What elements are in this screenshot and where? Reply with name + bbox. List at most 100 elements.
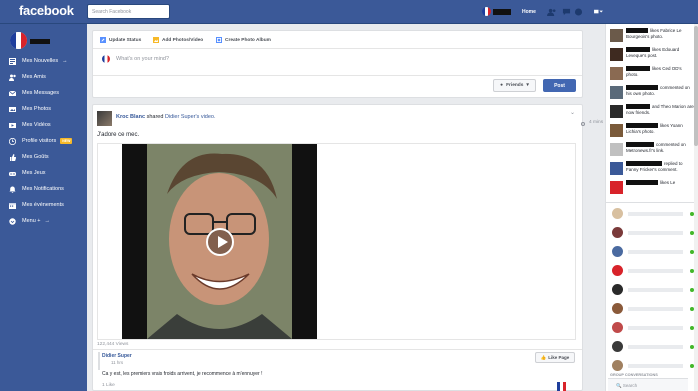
- notifications-icon: [9, 186, 16, 193]
- chat-contact[interactable]: [612, 322, 696, 334]
- contact-name-redacted: [628, 364, 683, 368]
- tab-update-status[interactable]: Update Status: [100, 37, 141, 43]
- chat-contact[interactable]: [612, 227, 696, 239]
- tab-add-photos-video[interactable]: Add Photos/Video: [153, 37, 203, 43]
- ticker-avatar[interactable]: [610, 48, 623, 61]
- author-name[interactable]: Kroc Blanc: [116, 114, 145, 120]
- shared-author[interactable]: Didier Super: [102, 353, 132, 359]
- user-avatar[interactable]: [482, 7, 491, 16]
- like-count[interactable]: 1 Like: [102, 383, 115, 388]
- sidebar-item-events[interactable]: Mes événements: [9, 200, 64, 210]
- friends-icon: [9, 74, 16, 81]
- chat-contact[interactable]: [612, 360, 696, 372]
- ticker-avatar[interactable]: [610, 105, 623, 118]
- redacted-name[interactable]: [626, 47, 650, 52]
- like-page-button[interactable]: 👍 Like Page: [535, 352, 575, 363]
- ticker-avatar[interactable]: [610, 181, 623, 194]
- ticker-item[interactable]: replied to Fanny Fricker's comment.: [609, 161, 695, 180]
- chat-contact[interactable]: [612, 303, 696, 315]
- redacted-name[interactable]: [626, 123, 658, 128]
- contact-name-redacted: [628, 345, 683, 349]
- home-link[interactable]: Home: [522, 9, 536, 15]
- contact-avatar: [612, 227, 623, 238]
- chat-contact[interactable]: [612, 284, 696, 296]
- ticker-item[interactable]: likes Edouard Leveque's post.: [609, 47, 695, 66]
- scrollbar[interactable]: [694, 24, 698, 391]
- redacted-name[interactable]: [626, 142, 654, 147]
- sidebar-item-photos[interactable]: Mes Photos: [9, 104, 51, 114]
- post-timestamp[interactable]: 4 mins: [589, 120, 603, 125]
- right-column: likes Fabrice Le Bourgeois's photo. likes…: [605, 24, 698, 391]
- contact-name-redacted: [628, 250, 683, 254]
- video-player[interactable]: [97, 143, 576, 340]
- contact-avatar: [612, 265, 623, 276]
- games-icon: [9, 170, 16, 177]
- sidebar-item-notifications[interactable]: Mes Notifications: [9, 184, 64, 194]
- scroll-thumb[interactable]: [694, 26, 698, 146]
- ticker-item[interactable]: commented on his own photo.: [609, 85, 695, 104]
- ticker-avatar[interactable]: [610, 86, 623, 99]
- sidebar-item-profile-visitors[interactable]: Profile visitors NEW: [9, 136, 73, 146]
- visitors-icon: [9, 137, 16, 145]
- pencil-icon: [100, 37, 106, 43]
- redacted-name[interactable]: [626, 161, 662, 166]
- ticker-item[interactable]: and Theo Marion are now friends.: [609, 104, 695, 123]
- ticker-avatar[interactable]: [610, 67, 623, 80]
- ticker-item[interactable]: likes Ced OD's photo.: [609, 66, 695, 85]
- post-text: J'adore ce mec.: [97, 132, 140, 138]
- account-menu-icon[interactable]: [594, 8, 603, 16]
- redacted-name[interactable]: [626, 66, 650, 71]
- chat-search-input[interactable]: 🔍 Search: [608, 378, 688, 391]
- friend-requests-icon[interactable]: [547, 8, 556, 16]
- commenter-avatar[interactable]: [557, 382, 566, 391]
- sidebar-item-friends[interactable]: Mes Amis: [9, 72, 46, 82]
- ticker-avatar[interactable]: [610, 124, 623, 137]
- profile-name-redacted[interactable]: [30, 39, 50, 44]
- ticker-avatar[interactable]: [610, 162, 623, 175]
- chat-contact[interactable]: [612, 341, 696, 353]
- author-avatar[interactable]: [97, 111, 112, 126]
- sidebar-item-videos[interactable]: Mes Vidéos: [9, 120, 51, 130]
- chat-contact[interactable]: [612, 265, 696, 277]
- photos-icon: [9, 106, 16, 113]
- shared-text: Ca y est, les premiers vrais froids arri…: [102, 371, 263, 377]
- ticker-item[interactable]: likes Le: [609, 180, 695, 199]
- chat-contact[interactable]: [612, 208, 696, 220]
- audience-selector[interactable]: ● Friends ▾: [493, 79, 536, 92]
- notifications-icon[interactable]: [574, 8, 583, 16]
- sidebar-item-likes[interactable]: Mes Goûts: [9, 152, 49, 162]
- facebook-logo[interactable]: facebook: [19, 3, 74, 18]
- ticker-avatar[interactable]: [610, 29, 623, 42]
- profile-avatar[interactable]: [10, 32, 27, 49]
- redacted-name[interactable]: [626, 85, 658, 90]
- arrow-right-icon: →: [62, 58, 68, 64]
- ticker-item[interactable]: commented on Metronews.fr's link.: [609, 142, 695, 161]
- redacted-name[interactable]: [626, 28, 648, 33]
- sidebar-item-games[interactable]: Mes Jeux: [9, 168, 46, 178]
- divider: [93, 349, 582, 350]
- user-name-redacted[interactable]: [493, 9, 511, 15]
- ticker-item[interactable]: likes Yoann Lichia's photo.: [609, 123, 695, 142]
- chevron-down-icon: ▾: [526, 83, 529, 88]
- post-button[interactable]: Post: [543, 79, 576, 92]
- chevron-down-icon[interactable]: ⌄: [570, 109, 576, 116]
- sidebar-item-menu[interactable]: Menu + →: [9, 216, 50, 226]
- videos-icon: [9, 122, 16, 129]
- contact-avatar: [612, 303, 623, 314]
- status-input[interactable]: What's on your mind?: [116, 56, 169, 62]
- sidebar-item-messages[interactable]: Mes Messages: [9, 88, 59, 98]
- divider: [606, 202, 698, 203]
- tab-create-photo-album[interactable]: Create Photo Album: [216, 37, 271, 43]
- ticker-avatar[interactable]: [610, 143, 623, 156]
- chat-contact[interactable]: [612, 246, 696, 258]
- play-icon[interactable]: [206, 228, 234, 256]
- redacted-name[interactable]: [626, 104, 650, 109]
- messages-icon[interactable]: [562, 8, 571, 16]
- sidebar-item-news-feed[interactable]: Mes Nouvelles →: [9, 56, 68, 66]
- redacted-name[interactable]: [626, 180, 658, 185]
- shared-link[interactable]: Didier Super's video.: [165, 114, 216, 120]
- ticker-item[interactable]: likes Fabrice Le Bourgeois's photo.: [609, 28, 695, 47]
- left-sidebar: Mes Nouvelles → Mes Amis Mes Messages Me…: [0, 24, 87, 391]
- search-input[interactable]: Search Facebook: [87, 4, 170, 19]
- shared-time[interactable]: 11 hrs: [111, 360, 123, 365]
